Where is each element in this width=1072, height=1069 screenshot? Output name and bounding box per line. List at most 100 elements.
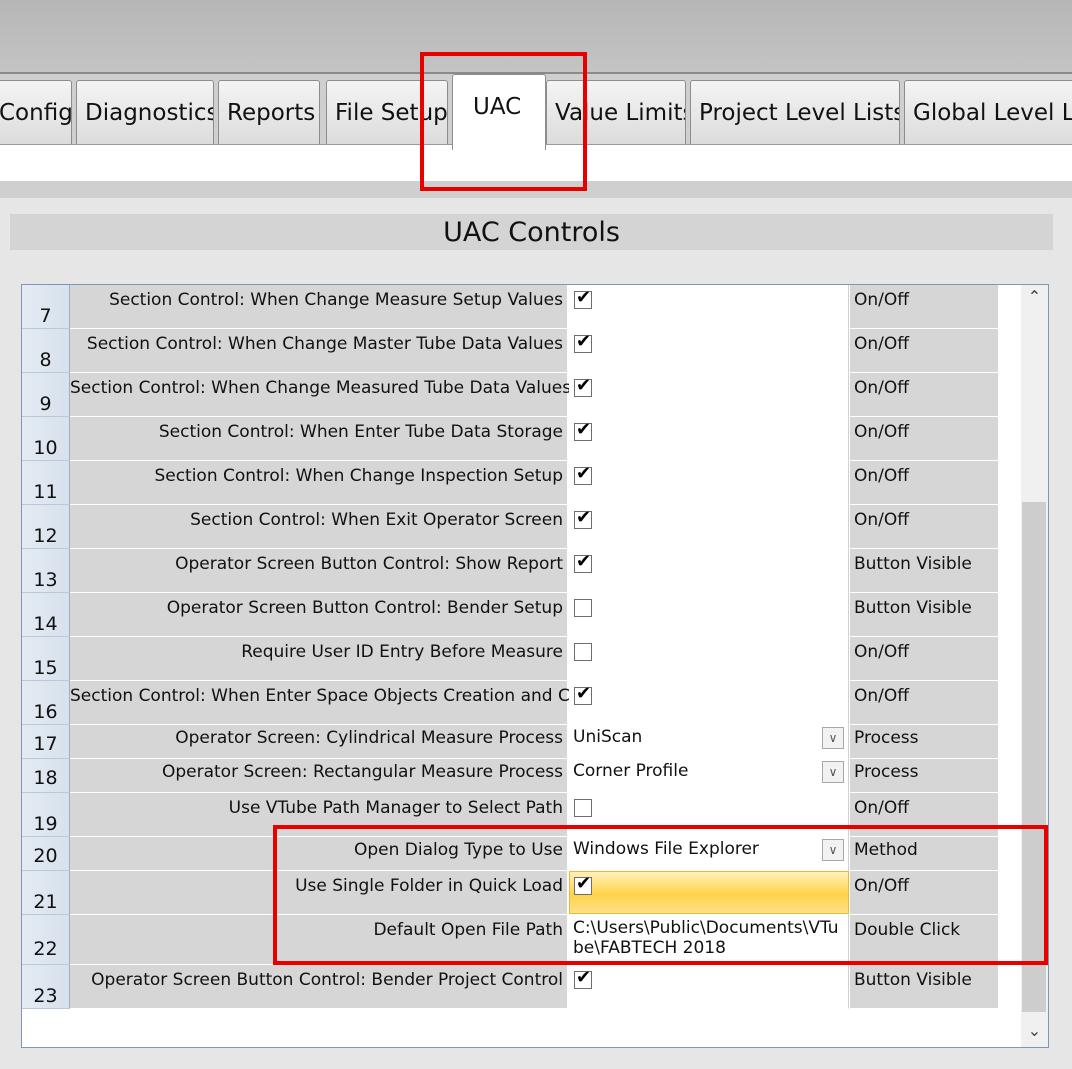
tab-config[interactable]: Config xyxy=(0,80,72,144)
row-number[interactable]: 21 xyxy=(22,871,70,915)
setting-type: Button Visible xyxy=(850,593,998,637)
setting-type: Button Visible xyxy=(850,549,998,593)
table-row[interactable]: 17 Operator Screen: Cylindrical Measure P… xyxy=(22,725,998,759)
table-row[interactable]: 8 Section Control: When Change Master Tub… xyxy=(22,329,998,373)
setting-checkbox[interactable] xyxy=(574,799,592,817)
setting-checkbox[interactable]: ✔ xyxy=(574,331,592,353)
setting-value-cell[interactable]: ✔ xyxy=(569,461,849,505)
setting-value-cell[interactable]: ✔ xyxy=(569,285,849,329)
checkmark-icon: ✔ xyxy=(576,507,592,528)
setting-value-cell[interactable]: ✔ xyxy=(569,681,849,725)
tab-project-level-lists[interactable]: Project Level Lists xyxy=(690,80,900,144)
setting-checkbox[interactable]: ✔ xyxy=(574,419,592,441)
table-row[interactable]: 12 Section Control: When Exit Operator Sc… xyxy=(22,505,998,549)
chevron-down-icon[interactable]: ∨ xyxy=(822,761,844,783)
checkmark-icon: ✔ xyxy=(576,463,592,484)
setting-description: Operator Screen: Rectangular Measure Pro… xyxy=(70,759,568,793)
tab-label: Reports xyxy=(227,100,316,126)
setting-checkbox[interactable]: ✔ xyxy=(574,551,592,573)
setting-description: Operator Screen Button Control: Bender S… xyxy=(70,593,568,637)
table-row[interactable]: 7 Section Control: When Change Measure Se… xyxy=(22,285,998,329)
setting-checkbox[interactable]: ✔ xyxy=(574,463,592,485)
tab-label: Global Level Lis xyxy=(913,100,1072,126)
uac-tab-highlight-box xyxy=(420,52,587,191)
setting-value-cell[interactable] xyxy=(569,637,849,681)
setting-checkbox[interactable]: ✔ xyxy=(574,683,592,705)
table-row[interactable]: 16 Section Control: When Enter Space Obje… xyxy=(22,681,998,725)
settings-highlight-box xyxy=(273,825,1048,965)
setting-checkbox[interactable]: ✔ xyxy=(574,507,592,529)
setting-description: Section Control: When Enter Tube Data St… xyxy=(70,417,568,461)
tab-reports[interactable]: Reports xyxy=(218,80,320,144)
tab-global-level-lists[interactable]: Global Level Lis xyxy=(904,80,1072,144)
setting-type: On/Off xyxy=(850,505,998,549)
setting-type: Process xyxy=(850,725,998,759)
setting-checkbox[interactable]: ✔ xyxy=(574,287,592,309)
row-number[interactable]: 22 xyxy=(22,915,70,965)
row-number[interactable]: 10 xyxy=(22,417,70,461)
row-number[interactable]: 19 xyxy=(22,793,70,837)
setting-type: On/Off xyxy=(850,373,998,417)
setting-value-cell[interactable]: ✔ xyxy=(569,417,849,461)
setting-type: On/Off xyxy=(850,461,998,505)
row-number[interactable]: 14 xyxy=(22,593,70,637)
row-number[interactable]: 9 xyxy=(22,373,70,417)
row-number[interactable]: 11 xyxy=(22,461,70,505)
row-number[interactable]: 15 xyxy=(22,637,70,681)
setting-description: Section Control: When Exit Operator Scre… xyxy=(70,505,568,549)
setting-description: Section Control: When Change Inspection … xyxy=(70,461,568,505)
table-row[interactable]: 15 Require User ID Entry Before Measure On… xyxy=(22,637,998,681)
dropdown-value: Corner Profile xyxy=(573,761,689,781)
setting-checkbox[interactable] xyxy=(574,643,592,661)
tab-label: Config xyxy=(0,100,72,126)
row-number[interactable]: 18 xyxy=(22,759,70,793)
chevron-down-icon[interactable]: ∨ xyxy=(822,727,844,749)
dropdown-value: UniScan xyxy=(573,727,643,747)
setting-description: Require User ID Entry Before Measure xyxy=(70,637,568,681)
setting-value-cell[interactable]: ✔ xyxy=(569,965,849,1009)
setting-checkbox[interactable]: ✔ xyxy=(574,375,592,397)
checkmark-icon: ✔ xyxy=(576,551,592,572)
checkmark-icon: ✔ xyxy=(576,967,592,988)
checkmark-icon: ✔ xyxy=(576,419,592,440)
setting-dropdown[interactable]: UniScan ∨ xyxy=(569,725,849,759)
table-row[interactable]: 23 Operator Screen Button Control: Bender… xyxy=(22,965,998,1009)
setting-description: Section Control: When Enter Space Object… xyxy=(70,681,619,725)
setting-type: On/Off xyxy=(850,681,998,725)
tab-label: Diagnostics xyxy=(85,100,214,126)
setting-type: On/Off xyxy=(850,285,998,329)
table-row[interactable]: 11 Section Control: When Change Inspectio… xyxy=(22,461,998,505)
table-row[interactable]: 13 Operator Screen Button Control: Show R… xyxy=(22,549,998,593)
setting-dropdown[interactable]: Corner Profile ∨ xyxy=(569,759,849,793)
chevron-down-icon[interactable]: ⌄ xyxy=(1021,1021,1048,1045)
setting-value-cell[interactable] xyxy=(569,593,849,637)
setting-value-cell[interactable]: ✔ xyxy=(569,505,849,549)
row-number[interactable]: 7 xyxy=(22,285,70,329)
table-row[interactable]: 9 Section Control: When Change Measured T… xyxy=(22,373,998,417)
chevron-up-icon[interactable]: ⌃ xyxy=(1021,287,1048,311)
setting-checkbox[interactable] xyxy=(574,599,592,617)
row-number[interactable]: 20 xyxy=(22,837,70,871)
table-row[interactable]: 18 Operator Screen: Rectangular Measure P… xyxy=(22,759,998,793)
setting-type: On/Off xyxy=(850,417,998,461)
setting-description: Section Control: When Change Measure Set… xyxy=(70,285,568,329)
setting-value-cell[interactable]: ✔ xyxy=(569,329,849,373)
setting-description: Operator Screen Button Control: Bender P… xyxy=(70,965,568,1009)
row-number[interactable]: 17 xyxy=(22,725,70,759)
setting-value-cell[interactable]: ✔ xyxy=(569,549,849,593)
checkmark-icon: ✔ xyxy=(576,287,592,308)
row-number[interactable]: 13 xyxy=(22,549,70,593)
row-number[interactable]: 12 xyxy=(22,505,70,549)
tab-label: Project Level Lists xyxy=(699,100,900,126)
row-number[interactable]: 23 xyxy=(22,965,70,1009)
table-row[interactable]: 10 Section Control: When Enter Tube Data … xyxy=(22,417,998,461)
row-number[interactable]: 8 xyxy=(22,329,70,373)
row-number[interactable]: 16 xyxy=(22,681,70,725)
setting-description: Section Control: When Change Measured Tu… xyxy=(70,373,571,417)
table-row[interactable]: 14 Operator Screen Button Control: Bender… xyxy=(22,593,998,637)
tab-diagnostics[interactable]: Diagnostics xyxy=(76,80,214,144)
setting-description: Operator Screen Button Control: Show Rep… xyxy=(70,549,568,593)
setting-checkbox[interactable]: ✔ xyxy=(574,967,592,989)
setting-value-cell[interactable]: ✔ xyxy=(569,373,849,417)
setting-description: Section Control: When Change Master Tube… xyxy=(70,329,568,373)
